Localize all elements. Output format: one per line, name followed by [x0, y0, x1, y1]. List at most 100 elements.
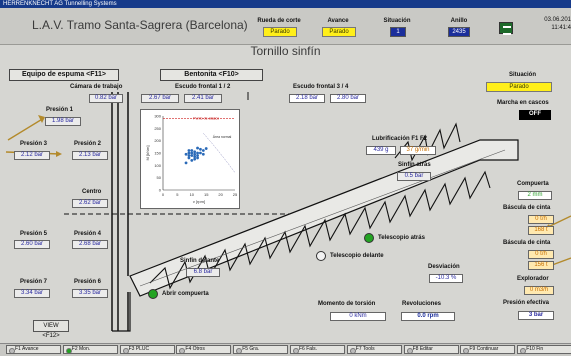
data-point	[187, 154, 191, 157]
schematic-drawing	[5, 92, 571, 332]
marcha-toggle[interactable]: OFF	[519, 110, 551, 120]
y-tick-label: 250	[154, 126, 161, 131]
camara-label: Cámara de trabajo	[70, 84, 123, 90]
desviacion-value: -10.3 %	[429, 274, 463, 283]
data-point	[190, 151, 194, 155]
presion7-value: 3.34 bar	[14, 289, 50, 298]
data-point	[187, 151, 191, 155]
presion4-value: 2.68 bar	[72, 240, 108, 249]
data-point	[201, 152, 205, 156]
data-point	[199, 147, 202, 151]
presion1-value: 1.98 bar	[45, 117, 81, 126]
compuerta-value: 2 mm	[518, 191, 552, 200]
data-point	[193, 155, 197, 159]
x-axis-label: v [rpm]	[193, 199, 205, 204]
data-point	[201, 149, 205, 152]
fkey-button[interactable]: F9 Continuar	[460, 345, 516, 354]
camara-value: 0.82 bar	[89, 94, 123, 103]
presion-efectiva-label: Presión efectiva	[503, 300, 550, 306]
escudo34-value2: 2.80 bar	[330, 94, 366, 103]
y-tick-label: 150	[154, 151, 161, 156]
fkey-button[interactable]: F7 Tools	[346, 345, 402, 354]
telescopio-delante-led	[316, 251, 326, 261]
explorador-label: Explorador	[517, 276, 549, 282]
bascula1-label: Báscula de cinta	[503, 205, 551, 211]
presion2-value: 2.13 bar	[72, 151, 108, 160]
momento-label: Momento de torsión	[318, 301, 376, 307]
telescopio-delante-label: Telescopio delante	[330, 253, 384, 259]
revoluciones-label: Revoluciones	[402, 301, 442, 307]
sinfin-atras-label: Sinfín atrás	[398, 162, 431, 168]
y-axis-label: M [kNm]	[145, 146, 150, 161]
data-point	[190, 159, 194, 162]
view-button[interactable]: VIEW <F12>	[33, 320, 69, 339]
fkey-button[interactable]: F5 Gra.	[233, 345, 289, 354]
telescopio-atras-label: Telescopio atrás	[378, 235, 425, 241]
presion7-label: Presión 7	[20, 279, 48, 285]
situacion-right-label: Situación	[509, 72, 537, 78]
x-tick-label: 10	[190, 192, 195, 197]
y-tick-label: 50	[157, 175, 162, 180]
presion3-value: 2.12 bar	[14, 151, 50, 160]
y-tick-label: 200	[154, 138, 161, 143]
data-point	[196, 146, 199, 150]
centro-value: 2.62 bar	[72, 199, 108, 208]
x-tick-label: 25	[233, 192, 238, 197]
presion6-label: Presión 6	[74, 279, 102, 285]
presion2-label: Presión 2	[74, 141, 102, 147]
escudo34-value1: 2.18 bar	[289, 94, 325, 103]
lubricacion-label: Lubrificación F1 F2	[372, 136, 428, 142]
data-point	[184, 161, 188, 165]
fkey-button[interactable]: F3 PLUC	[119, 345, 175, 354]
torque-rpm-chart: 0 50 100 150 200 250 300 0 5 10 15 20 25 v [rpm] M [kN…	[140, 109, 240, 209]
data-point	[190, 149, 194, 152]
y-tick-label: 100	[154, 163, 161, 168]
presion6-value: 3.35 bar	[72, 289, 108, 298]
presion5-label: Presión 5	[20, 231, 48, 237]
data-point	[190, 154, 194, 157]
bascula1-total: 168 t	[528, 226, 554, 235]
data-point	[204, 147, 208, 150]
arrowhead	[56, 151, 62, 157]
data-point	[187, 156, 191, 160]
revoluciones-value: 0.0 rpm	[401, 312, 455, 321]
chart-canvas: 0501001502002503000 5 10 15 20 25v [rpm]M [kN…	[145, 114, 238, 205]
desviacion-label: Desviación	[428, 264, 460, 270]
telescopio-atras-led	[364, 233, 374, 243]
escudo12-value2: 2.41 bar	[184, 94, 222, 103]
presion-efectiva-value: 3 bar	[518, 311, 554, 320]
escudo34-label: Escudo frontal 3 / 4	[293, 84, 349, 90]
bascula1-rate: 0 t/h	[528, 215, 554, 224]
data-point	[196, 151, 199, 155]
chamber-wall	[111, 92, 119, 331]
lubricacion-value1: 439 g	[366, 146, 396, 155]
fkey-button[interactable]: F2 Mon.	[62, 345, 118, 354]
data-point	[196, 154, 199, 157]
callout-arrow-left-top	[7, 117, 45, 141]
explorador-value: 0 m3/h	[524, 286, 554, 295]
situacion-right-value: Parado	[486, 82, 552, 92]
data-point	[196, 156, 199, 160]
y-tick-label: 300	[154, 114, 161, 119]
sinfin-atras-value: 0.5 bar	[397, 172, 431, 181]
presion5-value: 2.60 bar	[14, 240, 50, 249]
data-point	[193, 157, 197, 161]
bascula2-label: Báscula de cinta	[503, 240, 551, 246]
data-point	[193, 152, 197, 156]
escudo12-label: Escudo frontal 1 / 2	[175, 84, 231, 90]
fkey-button[interactable]: F10 Fin	[517, 345, 571, 354]
abrir-compuerta-led	[148, 289, 158, 299]
centro-label: Centro	[82, 189, 102, 195]
fkey-button[interactable]: F6 Fals.	[290, 345, 345, 354]
marcha-label: Marcha en cascos	[497, 100, 549, 106]
fkey-button[interactable]: F8 Editar	[403, 345, 459, 354]
data-point	[193, 150, 197, 154]
momento-value: 0 kNm	[330, 312, 386, 321]
data-point	[187, 149, 191, 152]
abrir-compuerta-label: Abrir compuerta	[162, 291, 209, 297]
fkey-button[interactable]: F1 Avance	[6, 345, 61, 354]
fkey-button[interactable]: F4 Otros	[176, 345, 232, 354]
presion4-label: Presión 4	[74, 231, 102, 237]
x-tick-label: 0	[162, 192, 165, 197]
presion1-label: Presión 1	[46, 107, 74, 113]
